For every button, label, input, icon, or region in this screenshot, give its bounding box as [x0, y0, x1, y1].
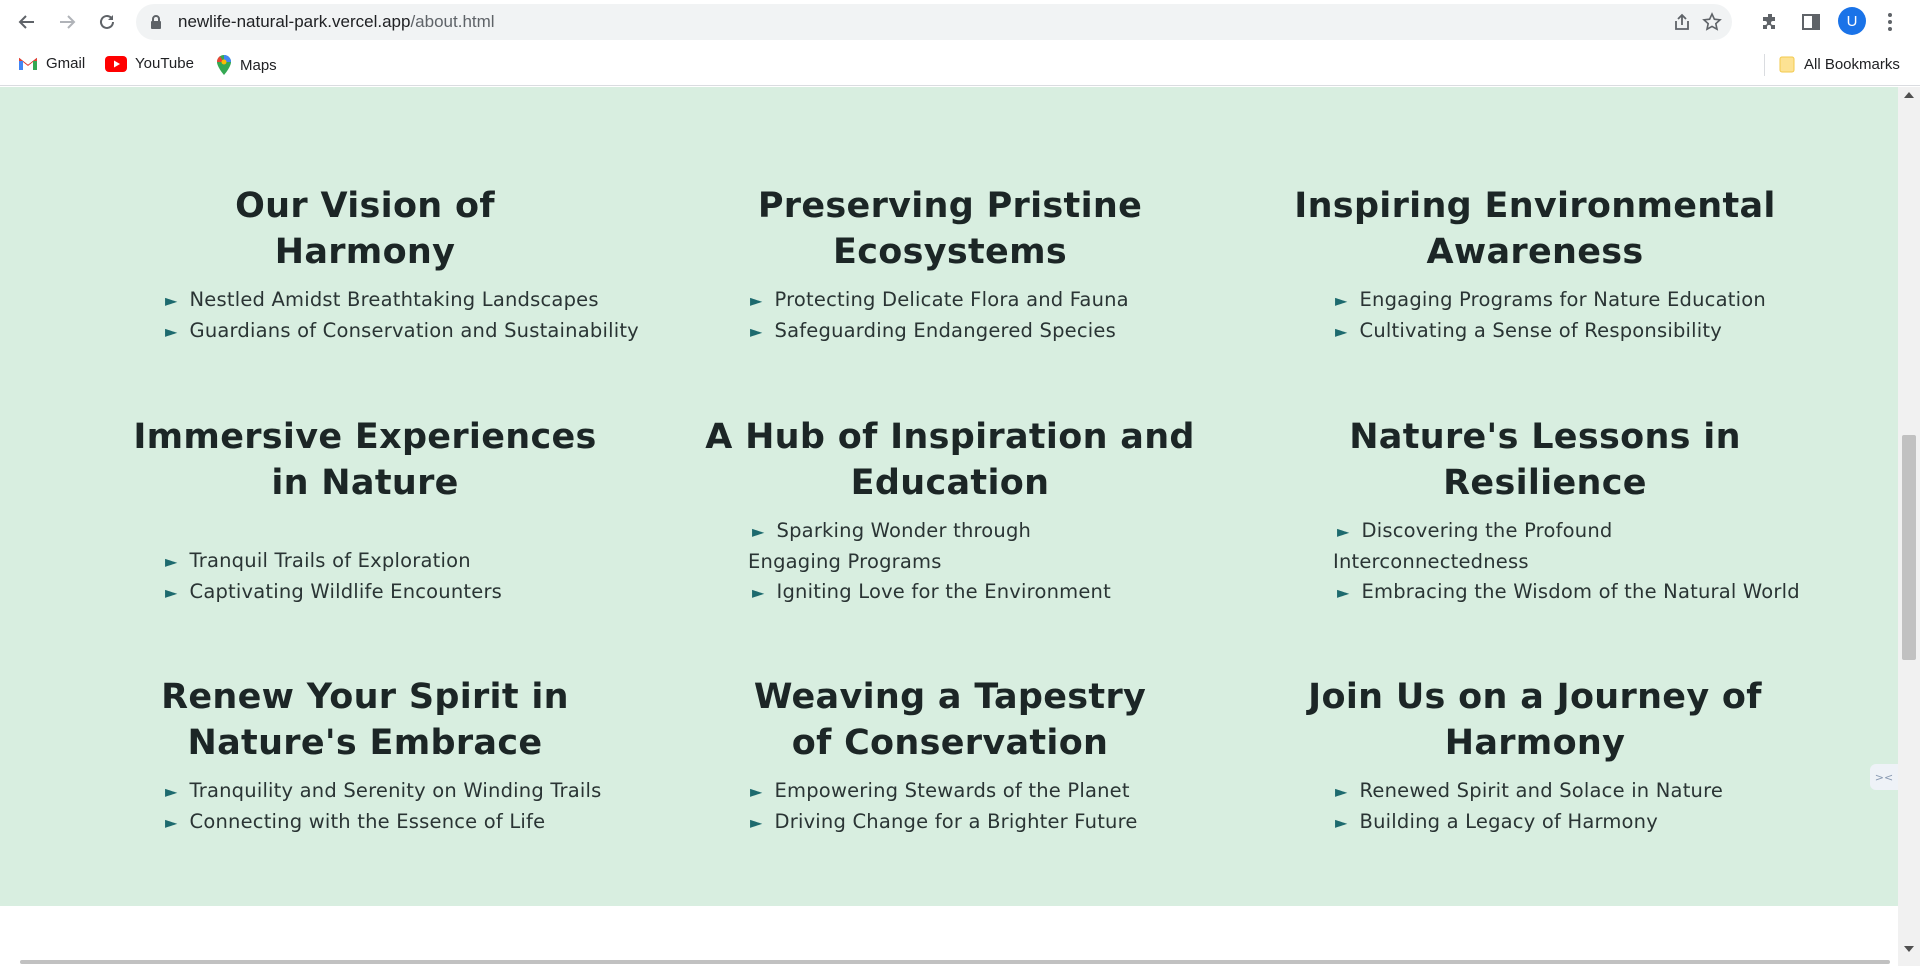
list-item: ► Connecting with the Essence of Life	[85, 807, 645, 838]
bookmark-maps[interactable]: Maps	[216, 55, 277, 75]
feature-card-vision: Our Vision of Harmony ► Nestled Amidst Br…	[85, 183, 645, 347]
arrow-right-icon: ►	[750, 782, 763, 801]
bookmarks-separator	[1764, 54, 1765, 76]
list-item: ► Nestled Amidst Breathtaking Landscapes	[85, 285, 645, 316]
scrollbar-thumb[interactable]	[1902, 435, 1916, 660]
arrow-right-icon: ►	[165, 813, 178, 832]
bookmarks-bar: Gmail YouTube Maps All Bookmarks	[0, 44, 1920, 86]
list-item: ► Captivating Wildlife Encounters	[85, 577, 645, 608]
card-title: Join Us on a Journey of Harmony	[1308, 677, 1762, 763]
arrow-right-icon: ►	[1337, 583, 1350, 602]
bookmark-gmail[interactable]: Gmail	[18, 55, 85, 72]
arrow-right-icon: ►	[165, 583, 178, 602]
profile-avatar[interactable]: U	[1838, 7, 1866, 35]
arrow-right-icon: ►	[165, 782, 178, 801]
card-title: Renew Your Spirit in Nature's Embrace	[161, 677, 569, 763]
list-item: ► Engaging Programs for Nature Education	[1255, 285, 1815, 316]
card-list: ► Nestled Amidst Breathtaking Landscapes …	[85, 285, 645, 347]
arrow-right-icon: ►	[750, 291, 763, 310]
list-item: ► Building a Legacy of Harmony	[1255, 807, 1815, 838]
list-item: ► Sparking Wonder through Engaging Progra…	[748, 519, 1032, 573]
gmail-icon	[18, 57, 38, 70]
list-item: ► Tranquility and Serenity on Winding Tra…	[85, 776, 645, 807]
more-menu-icon[interactable]	[1882, 10, 1898, 34]
arrow-right-icon: ►	[1335, 291, 1348, 310]
card-list: ► Protecting Delicate Flora and Fauna ► Sa…	[670, 285, 1230, 347]
card-list: ► Tranquility and Serenity on Winding Tra…	[85, 776, 645, 838]
bookmark-youtube[interactable]: YouTube	[105, 55, 194, 72]
scroll-down-icon[interactable]	[1904, 946, 1914, 952]
arrow-right-icon	[60, 15, 76, 29]
card-list: ► Empowering Stewards of the Planet ► Driv…	[670, 776, 1230, 838]
card-title: Nature's Lessons in Resilience	[1349, 417, 1741, 503]
list-item: ► Discovering the Profound Interconnected…	[1333, 519, 1613, 573]
list-item: ► Guardians of Conservation and Sustainab…	[85, 316, 645, 347]
reload-icon	[100, 14, 114, 29]
browser-toolbar: newlife-natural-park.vercel.app/about.ht…	[0, 0, 1920, 44]
scroll-up-icon[interactable]	[1904, 92, 1914, 98]
list-item: ► Driving Change for a Brighter Future	[670, 807, 1230, 838]
feature-card-journey: Join Us on a Journey of Harmony ► Renewed…	[1255, 674, 1815, 838]
reload-button[interactable]	[92, 7, 122, 37]
arrow-right-icon: ►	[752, 583, 765, 602]
arrow-right-icon: ►	[752, 522, 765, 541]
arrow-right-icon: ►	[1335, 813, 1348, 832]
page-viewport: Our Vision of Harmony ► Nestled Amidst Br…	[0, 87, 1898, 966]
star-icon[interactable]	[1702, 12, 1722, 32]
youtube-icon	[105, 55, 127, 72]
arrow-right-icon: ►	[165, 552, 178, 571]
list-item: ► Renewed Spirit and Solace in Nature	[1255, 776, 1815, 807]
feature-card-ecosystems: Preserving Pristine Ecosystems ► Protecti…	[670, 183, 1230, 347]
floating-widget-tab[interactable]: ><	[1870, 764, 1898, 790]
card-list: ► Renewed Spirit and Solace in Nature ► Bu…	[1255, 776, 1815, 838]
arrow-left-icon	[18, 15, 34, 29]
about-features-section: Our Vision of Harmony ► Nestled Amidst Br…	[0, 87, 1898, 906]
arrow-right-icon: ►	[165, 322, 178, 341]
back-button[interactable]	[12, 7, 42, 37]
list-item: ► Safeguarding Endangered Species	[670, 316, 1230, 347]
card-title: Our Vision of Harmony	[235, 186, 495, 272]
lock-icon	[151, 15, 161, 29]
card-list: ► Discovering the Profound Interconnected…	[1255, 516, 1855, 608]
card-list: ► Engaging Programs for Nature Education …	[1255, 285, 1815, 347]
arrow-right-icon: ►	[750, 322, 763, 341]
url-text: newlife-natural-park.vercel.app/about.ht…	[178, 12, 495, 31]
feature-card-renew: Renew Your Spirit in Nature's Embrace ► T…	[85, 674, 645, 838]
arrow-right-icon: ►	[1335, 322, 1348, 341]
side-panel-icon[interactable]	[1800, 11, 1822, 33]
feature-card-tapestry: Weaving a Tapestry of Conservation ► Empo…	[670, 674, 1230, 838]
extensions-icon[interactable]	[1760, 11, 1782, 33]
list-item: ► Cultivating a Sense of Responsibility	[1255, 316, 1815, 347]
forward-button[interactable]	[52, 7, 82, 37]
maps-icon	[217, 55, 231, 75]
arrow-right-icon: ►	[1335, 782, 1348, 801]
feature-card-awareness: Inspiring Environmental Awareness ► Engag…	[1255, 183, 1815, 347]
feature-card-resilience: Nature's Lessons in Resilience ► Discover…	[1255, 414, 1855, 608]
feature-card-inspiration: A Hub of Inspiration and Education ► Spar…	[670, 414, 1230, 608]
all-bookmarks-button[interactable]: All Bookmarks	[1778, 55, 1900, 73]
card-list: ► Sparking Wonder through Engaging Progra…	[670, 516, 1230, 608]
list-item: ► Empowering Stewards of the Planet	[670, 776, 1230, 807]
horizontal-scrollbar-thumb[interactable]	[20, 960, 1890, 964]
card-title: Immersive Experiences in Nature	[133, 417, 597, 503]
arrow-right-icon: ►	[750, 813, 763, 832]
list-item: ► Protecting Delicate Flora and Fauna	[670, 285, 1230, 316]
card-title: A Hub of Inspiration and Education	[705, 417, 1195, 503]
card-title: Weaving a Tapestry of Conservation	[753, 677, 1147, 763]
card-title: Preserving Pristine Ecosystems	[757, 186, 1143, 272]
address-bar[interactable]: newlife-natural-park.vercel.app/about.ht…	[136, 4, 1732, 40]
feature-card-experiences: Immersive Experiences in Nature ► Tranqui…	[85, 414, 645, 608]
card-title: Inspiring Environmental Awareness	[1294, 186, 1776, 272]
arrow-right-icon: ►	[1337, 522, 1350, 541]
list-item: ► Igniting Love for the Environment	[748, 577, 1130, 608]
folder-icon	[1779, 56, 1795, 73]
list-item: ► Embracing the Wisdom of the Natural Wor…	[1333, 577, 1855, 608]
arrow-right-icon: ►	[165, 291, 178, 310]
card-list: ► Tranquil Trails of Exploration ► Captiva…	[85, 546, 645, 608]
share-icon[interactable]	[1672, 12, 1692, 32]
list-item: ► Tranquil Trails of Exploration	[85, 546, 645, 577]
